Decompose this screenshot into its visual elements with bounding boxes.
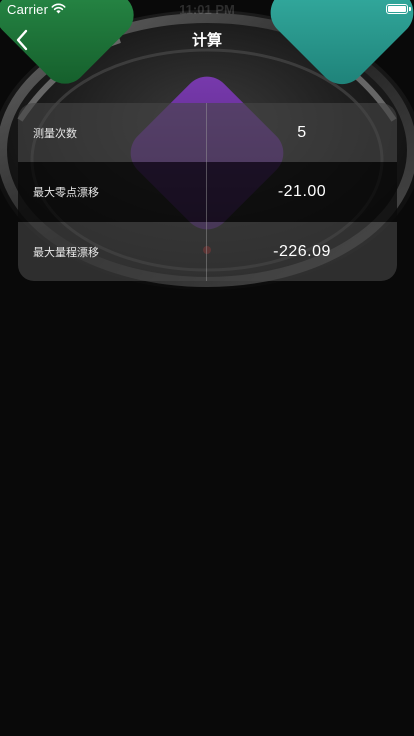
battery-cap (409, 7, 411, 11)
row-value: -226.09 (273, 242, 331, 260)
row-value: -21.00 (277, 183, 327, 200)
result-row-measurement-count: 测量次数 5 (18, 103, 397, 162)
column-divider (206, 103, 207, 281)
results-card: 测量次数 5 最大零点漂移 -21.00 最大量程漂移 -226.09 (18, 103, 397, 281)
result-row-max-zero-drift: 最大零点漂移 -21.00 (18, 162, 397, 222)
screen: Carrier 11:01 PM 计算 测量次数 5 最大零点漂移 -21.00 (0, 0, 414, 736)
row-label: 测量次数 (33, 126, 77, 140)
result-row-max-span-drift: 最大量程漂移 -226.09 (18, 222, 397, 281)
row-label: 最大量程漂移 (33, 245, 99, 259)
page-title: 计算 (191, 31, 222, 49)
row-label: 最大零点漂移 (33, 186, 99, 199)
navigation-bar: 计算 (0, 20, 414, 64)
status-time: 11:01 PM (179, 2, 235, 17)
status-bar: Carrier 11:01 PM (0, 0, 414, 20)
battery-icon (386, 4, 408, 14)
row-value: 5 (297, 123, 307, 141)
